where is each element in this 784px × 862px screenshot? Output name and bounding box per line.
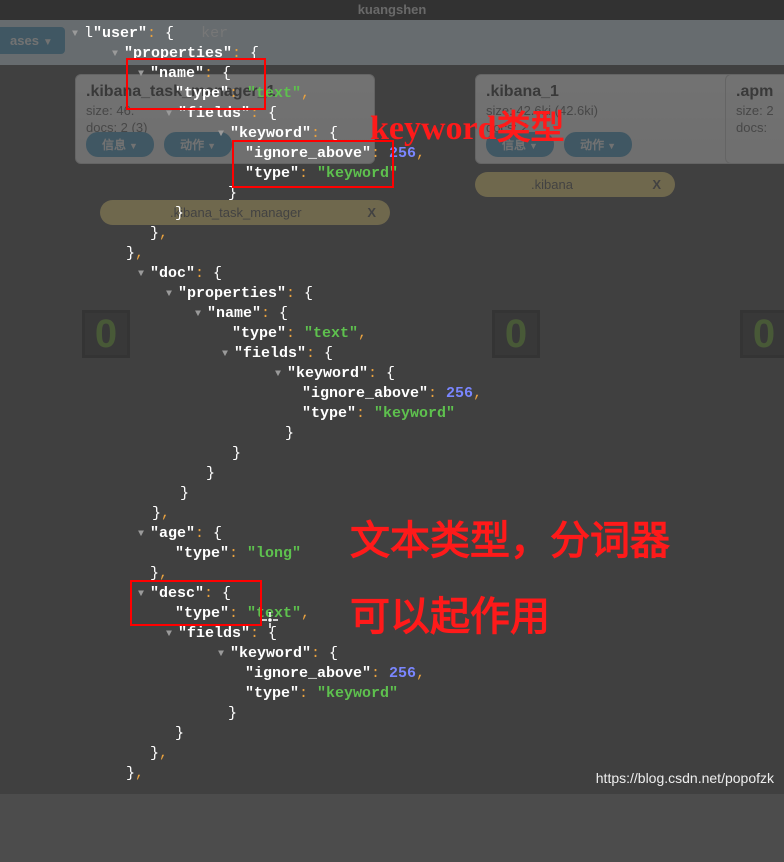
collapse-icon[interactable]: ▼ <box>166 625 176 645</box>
watermark: https://blog.csdn.net/popofzk <box>596 770 774 786</box>
collapse-icon[interactable]: ▼ <box>112 45 122 65</box>
collapse-icon[interactable]: ▼ <box>218 125 228 145</box>
collapse-icon[interactable]: ▼ <box>275 365 285 385</box>
collapse-icon[interactable]: ▼ <box>72 25 82 45</box>
collapse-icon[interactable]: ▼ <box>195 305 205 325</box>
mouse-cursor-icon <box>262 612 278 628</box>
collapse-icon[interactable]: ▼ <box>222 345 232 365</box>
faded-text: ker <box>201 25 228 42</box>
collapse-icon[interactable]: ▼ <box>138 585 148 605</box>
collapse-icon[interactable]: ▼ <box>138 265 148 285</box>
json-tree: ▼l"user": { ker ▼"properties": { ▼"name"… <box>0 22 784 794</box>
collapse-icon[interactable]: ▼ <box>138 525 148 545</box>
collapse-icon[interactable]: ▼ <box>166 285 176 305</box>
collapse-icon[interactable]: ▼ <box>218 645 228 665</box>
collapse-icon[interactable]: ▼ <box>166 105 176 125</box>
collapse-icon[interactable]: ▼ <box>138 65 148 85</box>
